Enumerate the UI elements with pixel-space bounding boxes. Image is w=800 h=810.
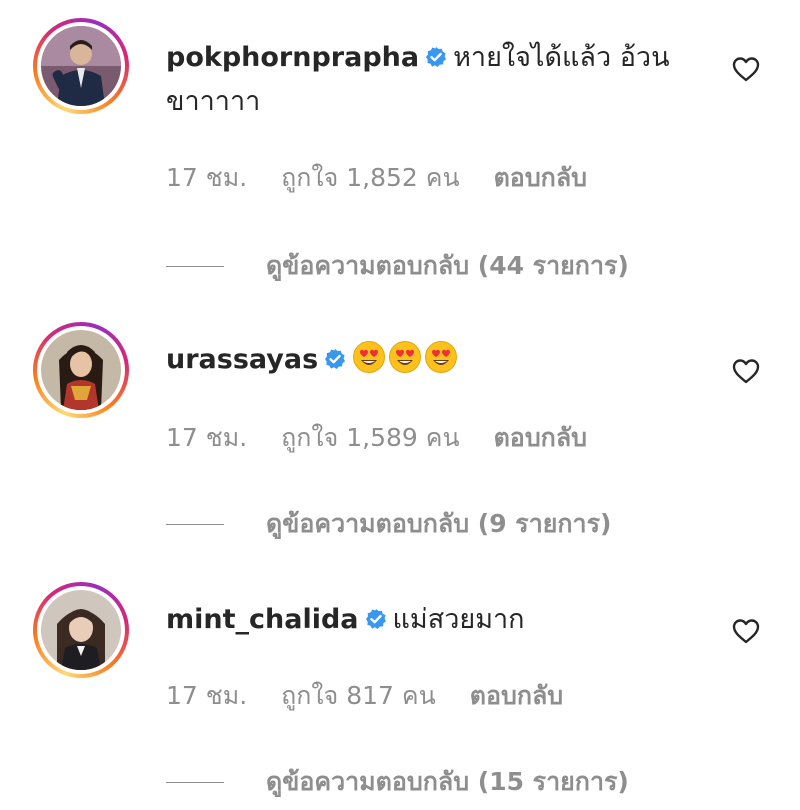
view-replies-button[interactable]: ดูข้อความตอบกลับ (9 รายการ) <box>166 504 611 544</box>
heart-eyes-emoji-icon <box>353 341 386 373</box>
verified-badge-icon <box>365 609 386 629</box>
heart-icon[interactable] <box>732 618 760 644</box>
likes-count[interactable]: ถูกใจ 1,589 คน <box>281 423 459 452</box>
avatar[interactable] <box>41 330 121 410</box>
heart-eyes-emoji-icon <box>425 341 458 373</box>
view-replies-label: ดูข้อความตอบกลับ (9 รายการ) <box>266 509 612 538</box>
man-in-suit-avatar-icon <box>41 26 121 106</box>
view-replies-button[interactable]: ดูข้อความตอบกลับ (44 รายการ) <box>166 246 629 286</box>
divider <box>166 265 224 267</box>
comment-text-block: mint_chalida แม่สวยมาก <box>166 598 696 642</box>
view-replies-button[interactable]: ดูข้อความตอบกลับ (15 รายการ) <box>166 762 629 802</box>
divider <box>166 523 224 525</box>
comment-time[interactable]: 17 ชม. <box>166 163 247 192</box>
reply-button[interactable]: ตอบกลับ <box>470 681 563 710</box>
reply-button[interactable]: ตอบกลับ <box>494 423 587 452</box>
comment-text-block: urassayas <box>166 338 696 382</box>
heart-icon[interactable] <box>732 56 760 82</box>
username-link[interactable]: pokphornprapha <box>166 42 419 73</box>
woman-dark-hair-avatar-icon <box>41 330 121 410</box>
likes-count[interactable]: ถูกใจ 1,852 คน <box>281 163 459 192</box>
comment-meta: 17 ชม. ถูกใจ 817 คน ตอบกลับ <box>166 676 563 716</box>
reply-button[interactable]: ตอบกลับ <box>494 163 587 192</box>
view-replies-label: ดูข้อความตอบกลับ (15 รายการ) <box>266 767 629 796</box>
comment-meta: 17 ชม. ถูกใจ 1,852 คน ตอบกลับ <box>166 158 587 198</box>
comment-time[interactable]: 17 ชม. <box>166 423 247 452</box>
heart-icon[interactable] <box>732 358 760 384</box>
verified-badge-icon <box>426 47 447 67</box>
comment-body: แม่สวยมาก <box>392 604 525 635</box>
woman-bangs-avatar-icon <box>41 590 121 670</box>
username-link[interactable]: mint_chalida <box>166 604 359 635</box>
story-ring[interactable] <box>33 322 129 418</box>
verified-badge-icon <box>325 349 346 369</box>
comment-text-block: pokphornprapha หายใจได้แล้ว อ้วนขาาาาา <box>166 36 696 124</box>
comment-meta: 17 ชม. ถูกใจ 1,589 คน ตอบกลับ <box>166 418 587 458</box>
divider <box>166 781 224 783</box>
likes-count[interactable]: ถูกใจ 817 คน <box>281 681 436 710</box>
heart-eyes-emoji-icon <box>389 341 422 373</box>
avatar[interactable] <box>41 26 121 106</box>
story-ring[interactable] <box>33 582 129 678</box>
story-ring[interactable] <box>33 18 129 114</box>
view-replies-label: ดูข้อความตอบกลับ (44 รายการ) <box>266 251 629 280</box>
avatar[interactable] <box>41 590 121 670</box>
comment-time[interactable]: 17 ชม. <box>166 681 247 710</box>
username-link[interactable]: urassayas <box>166 344 318 375</box>
